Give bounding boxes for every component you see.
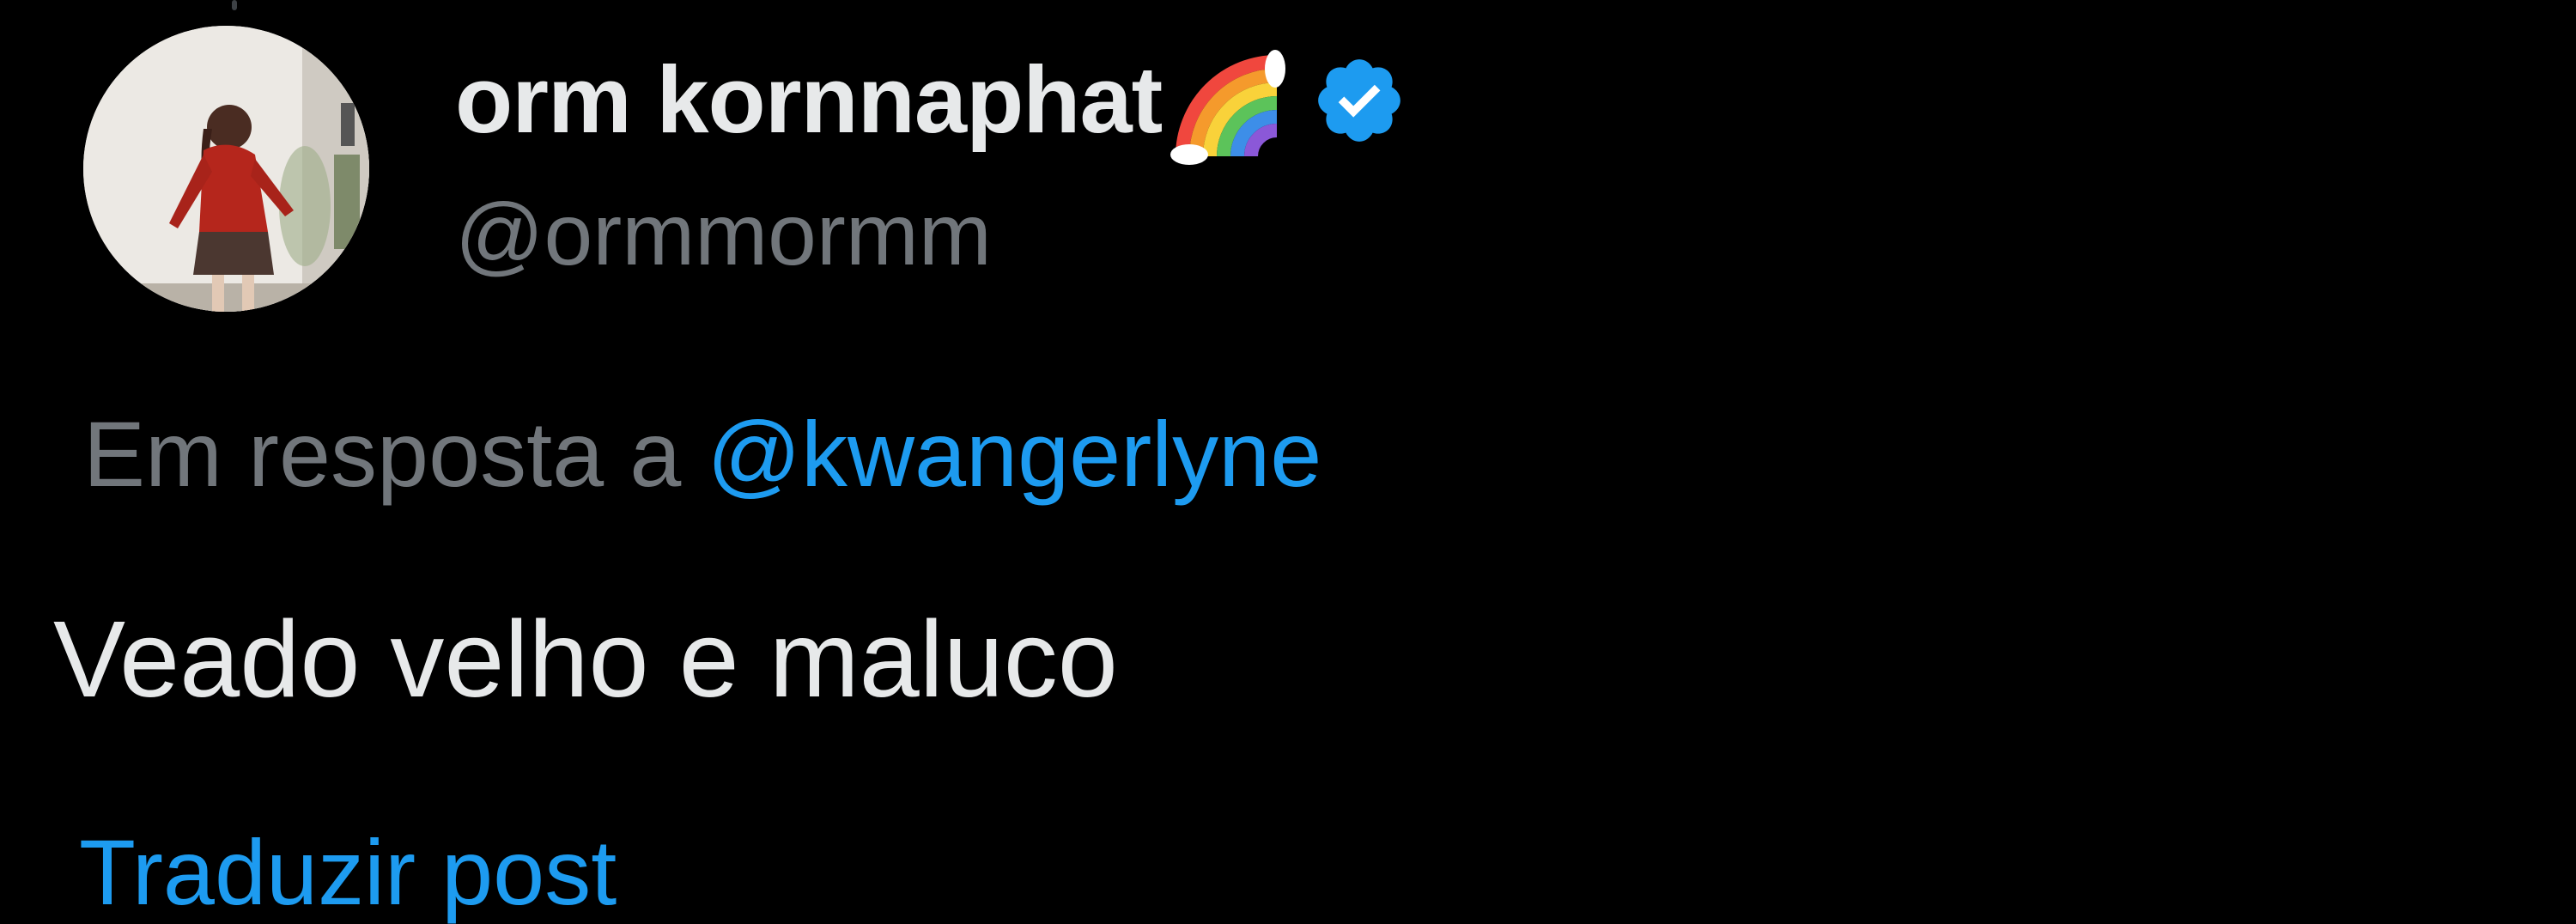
- author-display-name[interactable]: orm kornnaphat: [455, 53, 1163, 148]
- translate-post-link[interactable]: Traduzir post: [79, 826, 617, 919]
- author-name-row[interactable]: orm kornnaphat: [455, 36, 1407, 165]
- avatar-photo: [83, 26, 369, 312]
- rainbow-emoji: [1165, 45, 1286, 165]
- tweet-text: Veado velho e maluco: [53, 599, 1118, 720]
- thread-connector-line: [232, 0, 237, 10]
- reply-prefix-label: Em resposta a: [83, 402, 708, 506]
- tweet: orm kornnaphat @ormmormm Em resposta a @…: [0, 0, 2576, 919]
- reply-context: Em resposta a @kwangerlyne: [83, 408, 1321, 501]
- author-handle[interactable]: @ormmormm: [455, 191, 992, 278]
- reply-mention-link[interactable]: @kwangerlyne: [707, 402, 1321, 506]
- avatar[interactable]: [83, 26, 369, 312]
- verified-badge-icon[interactable]: [1311, 52, 1407, 149]
